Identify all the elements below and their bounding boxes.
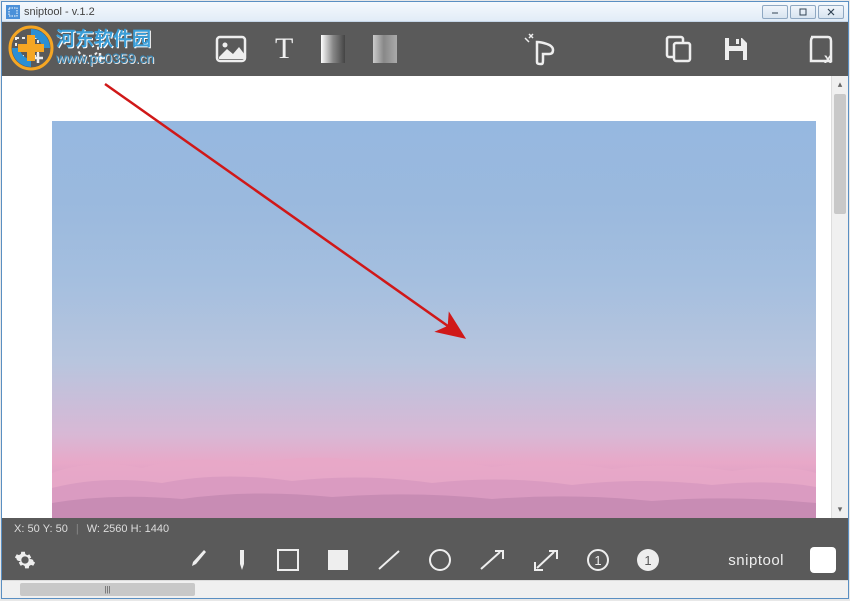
window-title: sniptool - v.1.2: [24, 6, 95, 18]
rect-fill-tool-icon[interactable]: [326, 548, 350, 572]
horizontal-scrollbar[interactable]: |||: [2, 580, 848, 598]
horizontal-scroll-thumb[interactable]: |||: [20, 583, 195, 596]
rect-select-tool-icon[interactable]: [14, 34, 46, 64]
rect-outline-tool-icon[interactable]: [276, 548, 300, 572]
status-x-value: 50: [27, 523, 39, 535]
status-w-label: W:: [87, 523, 100, 535]
free-select-tool-icon[interactable]: [74, 34, 108, 64]
status-y-value: 50: [56, 523, 68, 535]
status-h-value: 1440: [145, 523, 169, 535]
pointer-tool-icon[interactable]: [521, 32, 557, 66]
close-button[interactable]: [818, 5, 844, 19]
scroll-up-button[interactable]: ▴: [832, 76, 848, 93]
titlebar[interactable]: sniptool - v.1.2: [2, 2, 848, 22]
app-icon: [6, 5, 20, 19]
window-controls: [762, 5, 844, 19]
captured-image[interactable]: [52, 121, 816, 518]
status-h-label: H:: [131, 523, 142, 535]
canvas-area: ▴ ▾: [2, 76, 848, 518]
status-w-value: 2560: [103, 523, 127, 535]
status-separator: |: [76, 523, 79, 535]
brush-tool-icon[interactable]: [188, 548, 208, 572]
top-toolbar: T x: [2, 22, 848, 76]
app-window: sniptool - v.1.2 T: [1, 1, 849, 599]
svg-text:x: x: [824, 50, 832, 65]
canvas[interactable]: [2, 76, 831, 518]
bottom-toolbar: 1 1 sniptool: [2, 540, 848, 580]
pixelate-tool-icon[interactable]: [321, 35, 345, 63]
vertical-scroll-thumb[interactable]: [834, 94, 846, 214]
text-tool-icon[interactable]: T: [275, 32, 293, 66]
number-fill-tool-icon[interactable]: 1: [636, 548, 660, 572]
image-tool-icon[interactable]: [215, 35, 247, 63]
minimize-button[interactable]: [762, 5, 788, 19]
highlighter-tool-icon[interactable]: [234, 548, 250, 572]
status-y-label: Y:: [43, 523, 53, 535]
status-x-label: X:: [14, 523, 24, 535]
svg-text:1: 1: [594, 553, 601, 568]
vertical-scrollbar[interactable]: ▴ ▾: [831, 76, 848, 518]
save-icon[interactable]: [722, 35, 750, 63]
circle-tool-icon[interactable]: [428, 548, 452, 572]
settings-icon[interactable]: [14, 549, 36, 571]
copy-icon[interactable]: [664, 34, 694, 64]
svg-text:1: 1: [644, 553, 651, 568]
maximize-button[interactable]: [790, 5, 816, 19]
arrow-tool-icon[interactable]: [478, 548, 506, 572]
line-tool-icon[interactable]: [376, 548, 402, 572]
number-outline-tool-icon[interactable]: 1: [586, 548, 610, 572]
blur-tool-icon[interactable]: [373, 35, 397, 63]
double-arrow-tool-icon[interactable]: [532, 548, 560, 572]
clear-icon[interactable]: x: [806, 33, 836, 65]
status-bar: X: 50 Y: 50 | W: 2560 H: 1440: [2, 518, 848, 540]
brand-label: sniptool: [728, 552, 784, 569]
color-swatch[interactable]: [810, 547, 836, 573]
scroll-down-button[interactable]: ▾: [832, 501, 848, 518]
